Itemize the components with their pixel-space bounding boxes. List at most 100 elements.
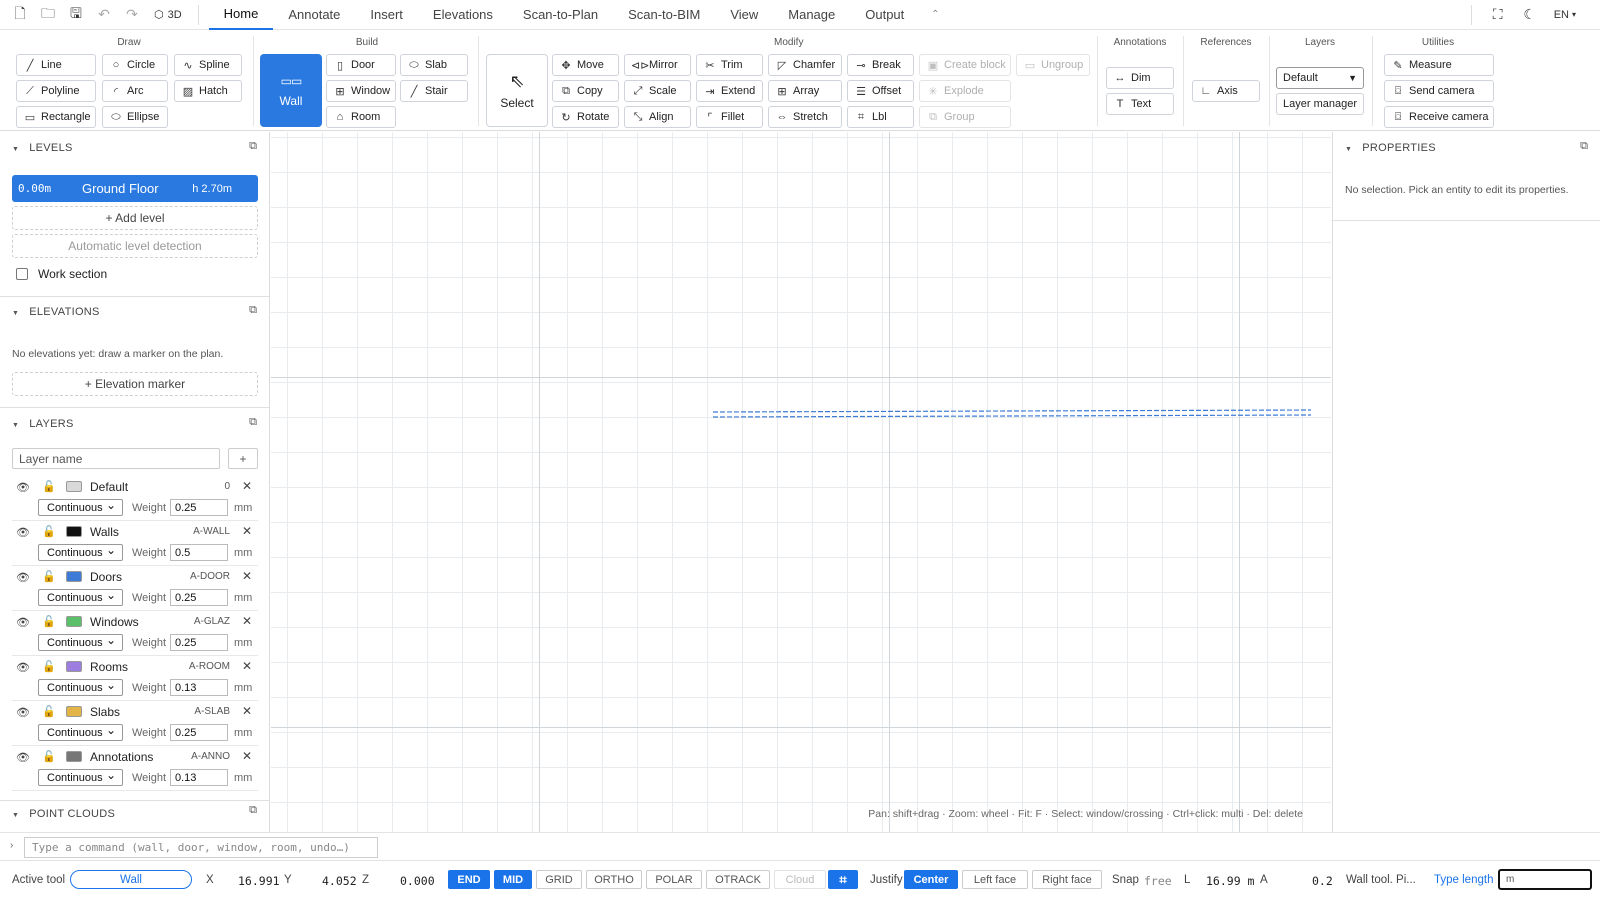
polyline-button[interactable]: ⟋ Polyline — [16, 80, 96, 102]
layer-color-swatch[interactable] — [66, 661, 82, 672]
copy-button[interactable]: ⧉ Copy — [552, 80, 619, 102]
undo-icon[interactable]: ↶ — [92, 3, 116, 27]
layer-row[interactable]: 👁 🔓 Walls A-WALL ✕ Continuous Weight0.5 mm — [12, 522, 258, 566]
levels-header[interactable]: ▼ LEVELS — [12, 142, 73, 154]
add-level-button[interactable]: + Add level — [12, 206, 258, 230]
grid-snap-icon[interactable]: ⌗ — [828, 870, 858, 889]
move-button[interactable]: ✥ Move — [552, 54, 619, 76]
snap-mid-toggle[interactable]: MID — [494, 870, 532, 889]
line-button[interactable]: ╱ Line — [16, 54, 96, 76]
visibility-eye-icon[interactable]: 👁 — [16, 706, 30, 719]
layers-header[interactable]: ▼ LAYERS — [12, 418, 74, 430]
new-file-icon[interactable]: 🗋 — [8, 3, 32, 27]
fullscreen-icon[interactable]: ⛶ — [1486, 3, 1510, 27]
layer-color-swatch[interactable] — [66, 616, 82, 627]
active-tool-field[interactable]: Wall — [70, 870, 192, 889]
weight-input[interactable]: 0.13 — [170, 769, 228, 786]
rectangle-button[interactable]: ▭ Rectangle — [16, 106, 96, 128]
group-button[interactable]: ⧉ Group — [919, 106, 1011, 128]
weight-input[interactable]: 0.25 — [170, 589, 228, 606]
justify-right-face-button[interactable]: Right face — [1032, 870, 1102, 889]
layer-manager-button[interactable]: Layer manager — [1276, 93, 1364, 115]
linetype-select[interactable]: Continuous — [38, 498, 123, 516]
layer-row[interactable]: 👁 🔓 Doors A-DOOR ✕ Continuous Weight0.25 mm — [12, 567, 258, 611]
elevations-header[interactable]: ▼ ELEVATIONS — [12, 306, 100, 318]
delete-layer-icon[interactable]: ✕ — [242, 569, 252, 583]
label-button[interactable]: ⌗ Lbl — [847, 106, 914, 128]
delete-layer-icon[interactable]: ✕ — [242, 524, 252, 538]
spline-button[interactable]: ∿ Spline — [174, 54, 242, 76]
weight-input[interactable]: 0.13 — [170, 679, 228, 696]
add-layer-button[interactable]: + — [228, 448, 258, 469]
tab-elevations[interactable]: Elevations — [418, 0, 508, 30]
linetype-select[interactable]: Continuous — [38, 588, 123, 606]
tab-insert[interactable]: Insert — [355, 0, 418, 30]
work-section-checkbox[interactable] — [16, 268, 28, 280]
rotate-button[interactable]: ↻ Rotate — [552, 106, 619, 128]
extend-button[interactable]: ⇥ Extend — [696, 80, 763, 102]
otrack-toggle[interactable]: OTRACK — [706, 870, 770, 889]
language-selector[interactable]: EN ▾ — [1554, 3, 1576, 27]
chamfer-button[interactable]: ◸ Chamfer — [768, 54, 842, 76]
linetype-select[interactable]: Continuous — [38, 723, 123, 741]
delete-layer-icon[interactable]: ✕ — [242, 659, 252, 673]
linetype-select[interactable]: Continuous — [38, 633, 123, 651]
popout-icon[interactable]: ⧉ — [249, 416, 257, 429]
redo-icon[interactable]: ↷ — [120, 3, 144, 27]
popout-icon[interactable]: ⧉ — [249, 804, 257, 817]
justify-center-button[interactable]: Center — [904, 870, 958, 889]
save-icon[interactable]: 🖫 — [64, 3, 88, 27]
polar-toggle[interactable]: POLAR — [646, 870, 702, 889]
offset-button[interactable]: ☰ Offset — [847, 80, 914, 102]
lock-icon[interactable]: 🔓 — [42, 480, 56, 493]
linetype-select[interactable]: Continuous — [38, 543, 123, 561]
dim-button[interactable]: ↔ Dim — [1106, 67, 1174, 89]
lock-icon[interactable]: 🔓 — [42, 660, 56, 673]
wall-button[interactable]: ▭▭ Wall — [260, 54, 322, 127]
room-button[interactable]: ⌂ Room — [326, 106, 396, 128]
layer-color-swatch[interactable] — [66, 751, 82, 762]
trim-button[interactable]: ✂ Trim — [696, 54, 763, 76]
layer-color-swatch[interactable] — [66, 571, 82, 582]
layer-row[interactable]: 👁 🔓 Annotations A-ANNO ✕ Continuous Weight0.13… — [12, 747, 258, 791]
align-button[interactable]: ⤡ Align — [624, 106, 691, 128]
linetype-select[interactable]: Continuous — [38, 678, 123, 696]
tab-manage[interactable]: Manage — [773, 0, 850, 30]
dark-mode-icon[interactable]: ☾ — [1518, 3, 1542, 27]
measure-button[interactable]: ✎ Measure — [1384, 54, 1494, 76]
justify-left-face-button[interactable]: Left face — [962, 870, 1028, 889]
lock-icon[interactable]: 🔓 — [42, 750, 56, 763]
tab-annotate[interactable]: Annotate — [273, 0, 355, 30]
axis-button[interactable]: ∟ Axis — [1192, 80, 1260, 102]
auto-level-detection-button[interactable]: Automatic level detection — [12, 234, 258, 258]
window-button[interactable]: ⊞ Window — [326, 80, 396, 102]
popout-icon[interactable]: ⧉ — [249, 304, 257, 317]
grid-toggle[interactable]: GRID — [536, 870, 582, 889]
layer-color-swatch[interactable] — [66, 706, 82, 717]
layer-row[interactable]: 👁 🔓 Rooms A-ROOM ✕ Continuous Weight0.13 mm — [12, 657, 258, 701]
properties-header[interactable]: ▼ PROPERTIES — [1345, 142, 1436, 154]
weight-input[interactable]: 0.25 — [170, 499, 228, 516]
visibility-eye-icon[interactable]: 👁 — [16, 661, 30, 674]
visibility-eye-icon[interactable]: 👁 — [16, 616, 30, 629]
slab-button[interactable]: ⬭ Slab — [400, 54, 468, 76]
popout-icon[interactable]: ⧉ — [249, 140, 257, 153]
layer-row[interactable]: 👁 🔓 Windows A-GLAZ ✕ Continuous Weight0.25 mm — [12, 612, 258, 656]
array-button[interactable]: ⊞ Array — [768, 80, 842, 102]
arc-button[interactable]: ◜ Arc — [102, 80, 168, 102]
receive-camera-button[interactable]: ⌼ Receive camera — [1384, 106, 1494, 128]
layer-row[interactable]: 👁 🔓 Slabs A-SLAB ✕ Continuous Weight0.25 mm — [12, 702, 258, 746]
delete-layer-icon[interactable]: ✕ — [242, 479, 252, 493]
weight-input[interactable]: 0.25 — [170, 724, 228, 741]
mirror-button[interactable]: ⊲⊳ Mirror — [624, 54, 691, 76]
weight-input[interactable]: 0.25 — [170, 634, 228, 651]
layer-row[interactable]: 👁 🔓 Default 0 ✕ Continuous Weight0.25 mm — [12, 477, 258, 521]
layer-select[interactable]: Default ▼ — [1276, 67, 1364, 89]
lock-icon[interactable]: 🔓 — [42, 615, 56, 628]
tab-scan-to-bim[interactable]: Scan-to-BIM — [613, 0, 715, 30]
visibility-eye-icon[interactable]: 👁 — [16, 526, 30, 539]
tab-scan-to-plan[interactable]: Scan-to-Plan — [508, 0, 613, 30]
popout-icon[interactable]: ⧉ — [1580, 140, 1588, 153]
drawing-canvas[interactable]: Pan: shift+drag · Zoom: wheel · Fit: F ·… — [271, 132, 1331, 832]
send-camera-button[interactable]: ⌼ Send camera — [1384, 80, 1494, 102]
